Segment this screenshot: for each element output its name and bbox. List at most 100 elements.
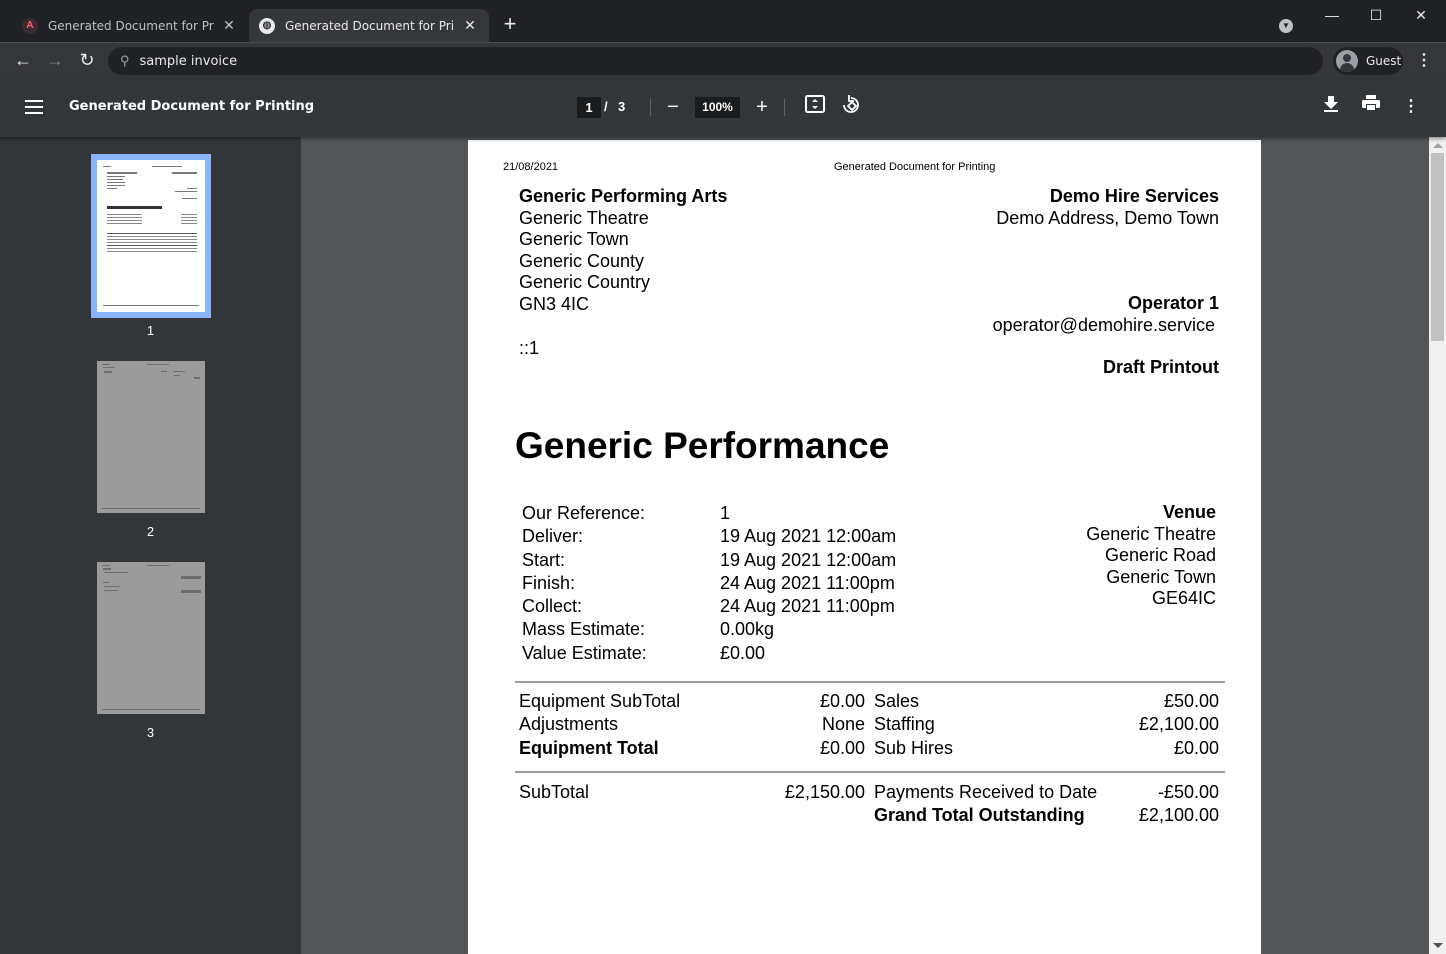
tab-title: Generated Document for Printing bbox=[285, 18, 455, 33]
total-label bbox=[519, 804, 694, 827]
tab-2[interactable]: ◍ Generated Document for Printing ✕ bbox=[249, 9, 489, 42]
totals-row: SubTotal £2,150.00 Payments Received to … bbox=[519, 781, 1219, 804]
event-title: Generic Performance bbox=[515, 425, 890, 466]
totals-block-2: SubTotal £2,150.00 Payments Received to … bbox=[519, 781, 1219, 828]
scroll-down-icon[interactable] bbox=[1433, 943, 1443, 948]
total-label: Equipment SubTotal bbox=[519, 691, 681, 711]
event-details: Our Reference: 1 Deliver: 19 Aug 2021 12:0… bbox=[522, 502, 896, 665]
tab-title: Generated Document for Printing bbox=[48, 18, 214, 33]
detail-label: Finish: bbox=[522, 572, 576, 593]
venue-line: Generic Town bbox=[1106, 566, 1216, 587]
total-value: £0.00 bbox=[1173, 737, 1219, 758]
profile-label: Guest bbox=[1366, 54, 1402, 68]
total-label: Adjustments bbox=[519, 714, 619, 735]
thumbnail-preview bbox=[97, 160, 205, 312]
tab-1[interactable]: A Generated Document for Printing ✕ bbox=[12, 9, 248, 42]
total-value: £0.00 bbox=[819, 737, 865, 758]
new-tab-button[interactable]: + bbox=[498, 12, 522, 36]
operator-name: Operator 1 bbox=[1127, 293, 1219, 313]
client-address-line: Generic Theatre bbox=[519, 207, 649, 228]
browser-toolbar: ← → ↻ ⚲ sample invoice Guest ⋮ bbox=[0, 42, 1446, 79]
close-window-button[interactable]: ✕ bbox=[1398, 4, 1444, 26]
venue-line: Generic Theatre bbox=[1086, 523, 1216, 544]
thumbnail-page-1[interactable] bbox=[91, 154, 211, 318]
minimize-button[interactable]: — bbox=[1309, 4, 1355, 26]
search-icon: ⚲ bbox=[120, 53, 130, 68]
company-address-block: Demo Hire Services Demo Address, Demo To… bbox=[996, 186, 1219, 229]
venue-line: GE64IC bbox=[1151, 588, 1216, 608]
thumbnail-sidebar: 1 2 3 bbox=[0, 137, 301, 954]
totals-row: Adjustments None Staffing £2,100.00 bbox=[519, 713, 1219, 736]
total-label: Equipment Total bbox=[519, 737, 659, 758]
client-address-block: Generic Performing Arts Generic Theatre … bbox=[519, 186, 727, 315]
more-options-icon[interactable]: ⋮ bbox=[1399, 95, 1423, 119]
totals-row: Equipment SubTotal £0.00 Sales £50.00 bbox=[519, 690, 1219, 713]
detail-value: 19 Aug 2021 12:00am bbox=[720, 549, 897, 570]
total-pages: 3 bbox=[618, 99, 626, 114]
total-label: Sales bbox=[874, 691, 920, 711]
forward-icon[interactable]: → bbox=[43, 48, 67, 72]
thumbnail-page-3[interactable] bbox=[97, 562, 205, 714]
total-value: £0.00 bbox=[819, 691, 865, 711]
pdf-page-1: 21/08/2021 Generated Document for Printi… bbox=[468, 140, 1261, 954]
client-address-line: Generic County bbox=[519, 250, 645, 271]
pdf-toolbar: Generated Document for Printing 1 / 3 − … bbox=[0, 79, 1446, 137]
client-address-line: Generic Country bbox=[519, 272, 651, 292]
document-viewer[interactable]: 21/08/2021 Generated Document for Printi… bbox=[301, 137, 1429, 954]
detail-row: Finish: 24 Aug 2021 11:00pm bbox=[522, 572, 896, 595]
page-number-input[interactable]: 1 bbox=[577, 97, 601, 118]
browser-menu-icon[interactable]: ⋮ bbox=[1414, 49, 1434, 73]
reload-icon[interactable]: ↻ bbox=[75, 48, 99, 72]
print-date: 21/08/2021 bbox=[503, 161, 559, 173]
close-tab-icon[interactable]: ✕ bbox=[220, 17, 238, 34]
tab-strip: A Generated Document for Printing ✕ ◍ Ge… bbox=[0, 0, 1446, 42]
back-icon[interactable]: ← bbox=[11, 48, 35, 72]
vertical-scrollbar[interactable] bbox=[1429, 137, 1446, 954]
detail-label: Collect: bbox=[522, 596, 583, 617]
detail-value: £0.00 bbox=[720, 642, 766, 663]
address-bar[interactable]: ⚲ sample invoice bbox=[108, 47, 1323, 75]
operator-email: operator@demohire.service bbox=[992, 314, 1215, 335]
venue-heading: Venue bbox=[1162, 502, 1216, 522]
fit-page-icon[interactable] bbox=[803, 95, 827, 119]
scrollbar-thumb[interactable] bbox=[1431, 153, 1444, 341]
detail-row: Collect: 24 Aug 2021 11:00pm bbox=[522, 595, 896, 618]
angular-icon: A bbox=[22, 17, 38, 34]
detail-row: Start: 19 Aug 2021 12:00am bbox=[522, 549, 896, 572]
tab-search-icon[interactable]: ▼ bbox=[1279, 19, 1293, 33]
divider bbox=[650, 99, 651, 116]
total-value: £50.00 bbox=[1163, 691, 1219, 711]
detail-row: Mass Estimate: 0.00kg bbox=[522, 618, 896, 641]
totals-row: Grand Total Outstanding £2,100.00 bbox=[519, 804, 1219, 827]
client-address-line: Generic Town bbox=[519, 229, 629, 249]
totals-block-1: Equipment SubTotal £0.00 Sales £50.00 Ad… bbox=[519, 690, 1219, 760]
thumbnail-page-2[interactable] bbox=[97, 361, 205, 513]
draft-status: Draft Printout bbox=[1103, 357, 1219, 377]
address-input[interactable]: sample invoice bbox=[140, 54, 238, 69]
sidebar-toggle-icon[interactable] bbox=[25, 100, 43, 114]
detail-value: 1 bbox=[720, 503, 731, 523]
detail-label: Our Reference: bbox=[522, 503, 646, 523]
page-separator: / bbox=[604, 99, 608, 114]
company-address: Demo Address, Demo Town bbox=[996, 207, 1219, 228]
detail-label: Mass Estimate: bbox=[522, 619, 646, 640]
print-icon[interactable] bbox=[1359, 95, 1383, 119]
scroll-up-icon[interactable] bbox=[1433, 143, 1443, 148]
maximize-button[interactable]: ☐ bbox=[1353, 4, 1399, 26]
rotate-icon[interactable] bbox=[839, 95, 863, 119]
total-value bbox=[694, 804, 865, 827]
zoom-in-icon[interactable]: + bbox=[750, 95, 774, 119]
zoom-input[interactable]: 100% bbox=[695, 97, 740, 118]
close-tab-icon[interactable]: ✕ bbox=[461, 17, 479, 34]
zoom-out-icon[interactable]: − bbox=[661, 95, 685, 119]
total-value: None bbox=[821, 714, 865, 735]
client-name: Generic Performing Arts bbox=[519, 186, 728, 206]
venue-block: Venue Generic Theatre Generic Road Gener… bbox=[1086, 502, 1216, 610]
avatar-icon bbox=[1336, 50, 1358, 72]
download-icon[interactable] bbox=[1319, 95, 1343, 119]
divider bbox=[515, 771, 1225, 773]
total-label: SubTotal bbox=[519, 782, 590, 802]
profile-button[interactable]: Guest bbox=[1333, 47, 1403, 75]
grand-total-label: Grand Total Outstanding bbox=[874, 805, 1085, 826]
total-label: Staffing bbox=[874, 714, 935, 735]
